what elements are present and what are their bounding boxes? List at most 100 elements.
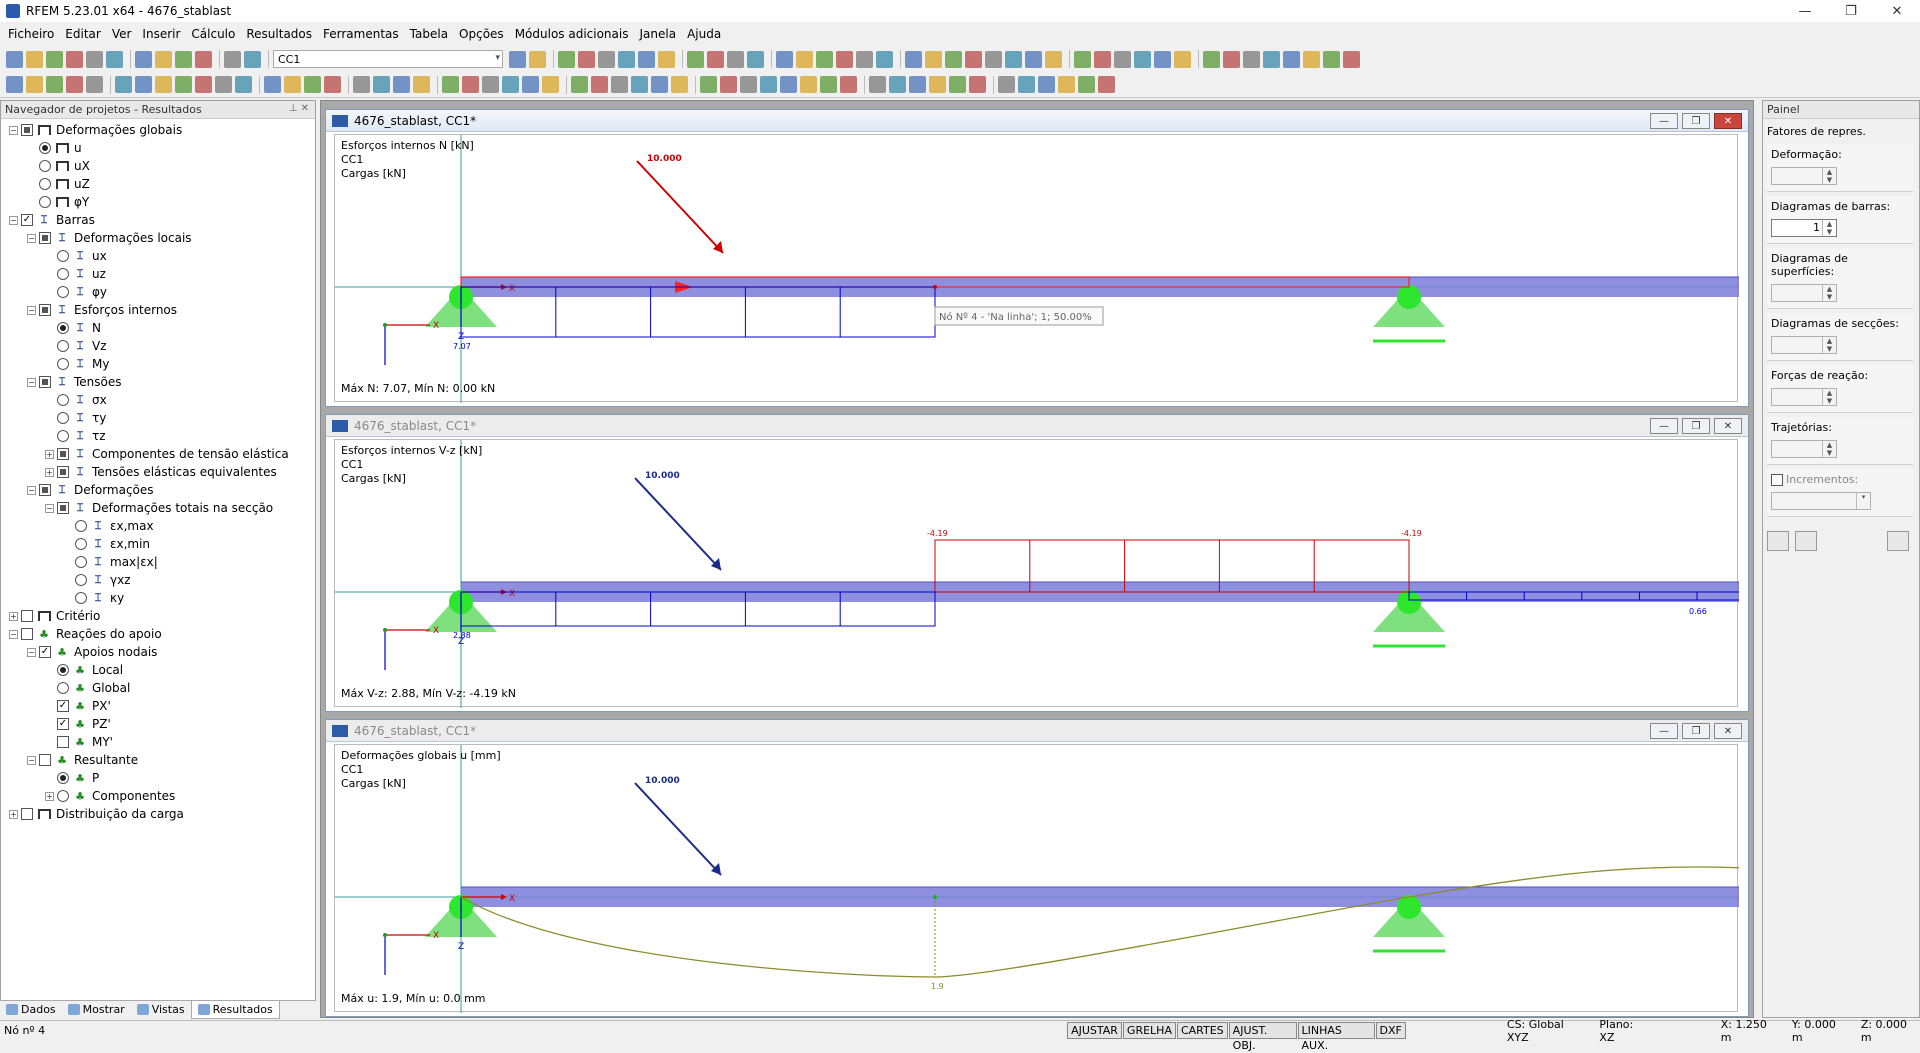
toolbar-tool-icon[interactable]	[1005, 50, 1022, 68]
tree-item[interactable]: ⌶ εx,max	[1, 517, 315, 535]
factor-spinner[interactable]: ▲ ▼	[1771, 167, 1837, 185]
collapse-icon[interactable]: −	[45, 503, 54, 513]
toolbar-tool-icon[interactable]	[760, 76, 777, 93]
tree-item[interactable]: ♣ P	[1, 769, 315, 787]
tree-item[interactable]: ✓ ♣ PZ'	[1, 715, 315, 733]
toolbar-tool-icon[interactable]	[707, 50, 724, 68]
toolbar-tool-icon[interactable]	[720, 76, 737, 93]
cartesian-button[interactable]: CARTES	[1176, 1022, 1228, 1039]
tree-item[interactable]: − ♣ Reações do apoio	[1, 625, 315, 643]
toolbar-tool-icon[interactable]	[796, 50, 813, 68]
toolbar-tool-icon[interactable]	[929, 76, 946, 93]
tree-item[interactable]: + Distribuição da carga	[1, 805, 315, 823]
toolbar-tool-icon[interactable]	[66, 50, 83, 68]
toolbar-tool-icon[interactable]	[836, 50, 853, 68]
toolbar-tool-icon[interactable]	[235, 76, 252, 93]
toolbar-tool-icon[interactable]	[284, 76, 301, 93]
expand-icon[interactable]: +	[9, 809, 18, 819]
tree-checkbox[interactable]	[21, 124, 33, 136]
toolbar-tool-icon[interactable]	[1203, 50, 1220, 68]
tree-item[interactable]: ⌶ My	[1, 355, 315, 373]
toolbar-tool-icon[interactable]	[522, 76, 539, 93]
collapse-icon[interactable]: −	[9, 629, 18, 639]
tree-item[interactable]: − Deformações globais	[1, 121, 315, 139]
window-minimize-button[interactable]: —	[1650, 723, 1678, 739]
toolbar-tool-icon[interactable]	[1038, 76, 1055, 93]
increments-checkbox[interactable]	[1771, 473, 1783, 486]
tree-radio[interactable]	[39, 142, 51, 154]
toolbar-tool-icon[interactable]	[26, 50, 43, 68]
toolbar-tool-icon[interactable]	[46, 76, 63, 93]
toolbar-tool-icon[interactable]	[800, 76, 817, 93]
spin-arrows-icon[interactable]: ▲ ▼	[1822, 168, 1836, 184]
toolbar-tool-icon[interactable]	[1114, 50, 1131, 68]
graphics-canvas[interactable]: X Z X 10.000 -4.19 -4.19 2.88 0.66 Esforços int…	[334, 439, 1739, 708]
toolbar-tool-icon[interactable]	[700, 76, 717, 93]
toolbar-tool-icon[interactable]	[155, 76, 172, 93]
menu-window[interactable]: Janela	[639, 27, 676, 41]
toolbar-tool-icon[interactable]	[195, 76, 212, 93]
toolbar-tool-icon[interactable]	[264, 76, 281, 93]
toolbar-tool-icon[interactable]	[856, 50, 873, 68]
toolbar-tool-icon[interactable]	[373, 76, 390, 93]
toolbar-tool-icon[interactable]	[747, 50, 764, 68]
menu-results[interactable]: Resultados	[246, 27, 312, 41]
tree-item[interactable]: − ⌶ Deformações	[1, 481, 315, 499]
tree-item[interactable]: − ⌶ Deformações totais na secção	[1, 499, 315, 517]
expand-icon[interactable]: +	[45, 791, 54, 801]
tree-item[interactable]: ⌶ τy	[1, 409, 315, 427]
tree-item[interactable]: ⌶ τz	[1, 427, 315, 445]
toolbar-tool-icon[interactable]	[869, 76, 886, 93]
navigator-pin-icon[interactable]: ⊥ ✕	[289, 103, 309, 114]
tree-item[interactable]: ⌶ εx,min	[1, 535, 315, 553]
toolbar-tool-icon[interactable]	[631, 76, 648, 93]
tree-item[interactable]: ♣ Global	[1, 679, 315, 697]
tree-item[interactable]: uZ	[1, 175, 315, 193]
toolbar-tool-icon[interactable]	[820, 76, 837, 93]
toolbar-tool-icon[interactable]	[1098, 76, 1115, 93]
tree-checkbox[interactable]	[21, 610, 33, 622]
toolbar-tool-icon[interactable]	[591, 76, 608, 93]
tree-checkbox[interactable]	[39, 484, 51, 496]
window-maximize-button[interactable]: ❐	[1682, 723, 1710, 739]
object-snap-button[interactable]: AJUST. OBJ.	[1228, 1022, 1297, 1052]
tree-item[interactable]: ⌶ max|εx|	[1, 553, 315, 571]
tree-item[interactable]: ⌶ φy	[1, 283, 315, 301]
tree-radio[interactable]	[57, 664, 69, 676]
menu-addons[interactable]: Módulos adicionais	[515, 27, 629, 41]
tree-checkbox[interactable]	[39, 232, 51, 244]
factor-spinner[interactable]: ▲ ▼	[1771, 440, 1837, 458]
tree-item[interactable]: ⌶ uz	[1, 265, 315, 283]
toolbar-tool-icon[interactable]	[175, 50, 192, 68]
tree-checkbox[interactable]	[39, 754, 51, 766]
toolbar-tool-icon[interactable]	[6, 76, 23, 93]
tree-item[interactable]: u	[1, 139, 315, 157]
toolbar-tool-icon[interactable]	[671, 76, 688, 93]
tree-item[interactable]: ⌶ Vz	[1, 337, 315, 355]
toolbar-tool-icon[interactable]	[1025, 50, 1042, 68]
toolbar-tool-icon[interactable]	[542, 76, 559, 93]
toolbar-tool-icon[interactable]	[304, 76, 321, 93]
spin-arrows-icon[interactable]: ▲ ▼	[1822, 441, 1836, 457]
collapse-icon[interactable]: −	[27, 377, 36, 387]
collapse-icon[interactable]: −	[9, 215, 18, 225]
toolbar-tool-icon[interactable]	[740, 76, 757, 93]
tree-checkbox[interactable]	[39, 376, 51, 388]
toolbar-tool-icon[interactable]	[106, 50, 123, 68]
tree-item[interactable]: ⌶ σx	[1, 391, 315, 409]
toolbar-tool-icon[interactable]	[46, 50, 63, 68]
menu-insert[interactable]: Inserir	[142, 27, 180, 41]
tree-checkbox[interactable]: ✓	[57, 718, 69, 730]
increments-select[interactable]: ▾	[1771, 492, 1871, 510]
tree-item[interactable]: − ⌶ Deformações locais	[1, 229, 315, 247]
toolbar-tool-icon[interactable]	[1303, 50, 1320, 68]
copy-factors-button[interactable]	[1795, 531, 1817, 551]
spin-arrows-icon[interactable]: ▲ ▼	[1822, 337, 1836, 353]
tree-radio[interactable]	[75, 520, 87, 532]
tree-radio[interactable]	[39, 160, 51, 172]
menu-edit[interactable]: Editar	[65, 27, 101, 41]
menu-file[interactable]: Ficheiro	[8, 27, 54, 41]
tree-radio[interactable]	[57, 268, 69, 280]
toolbar-tool-icon[interactable]	[442, 76, 459, 93]
toolbar-tool-icon[interactable]	[175, 76, 192, 93]
